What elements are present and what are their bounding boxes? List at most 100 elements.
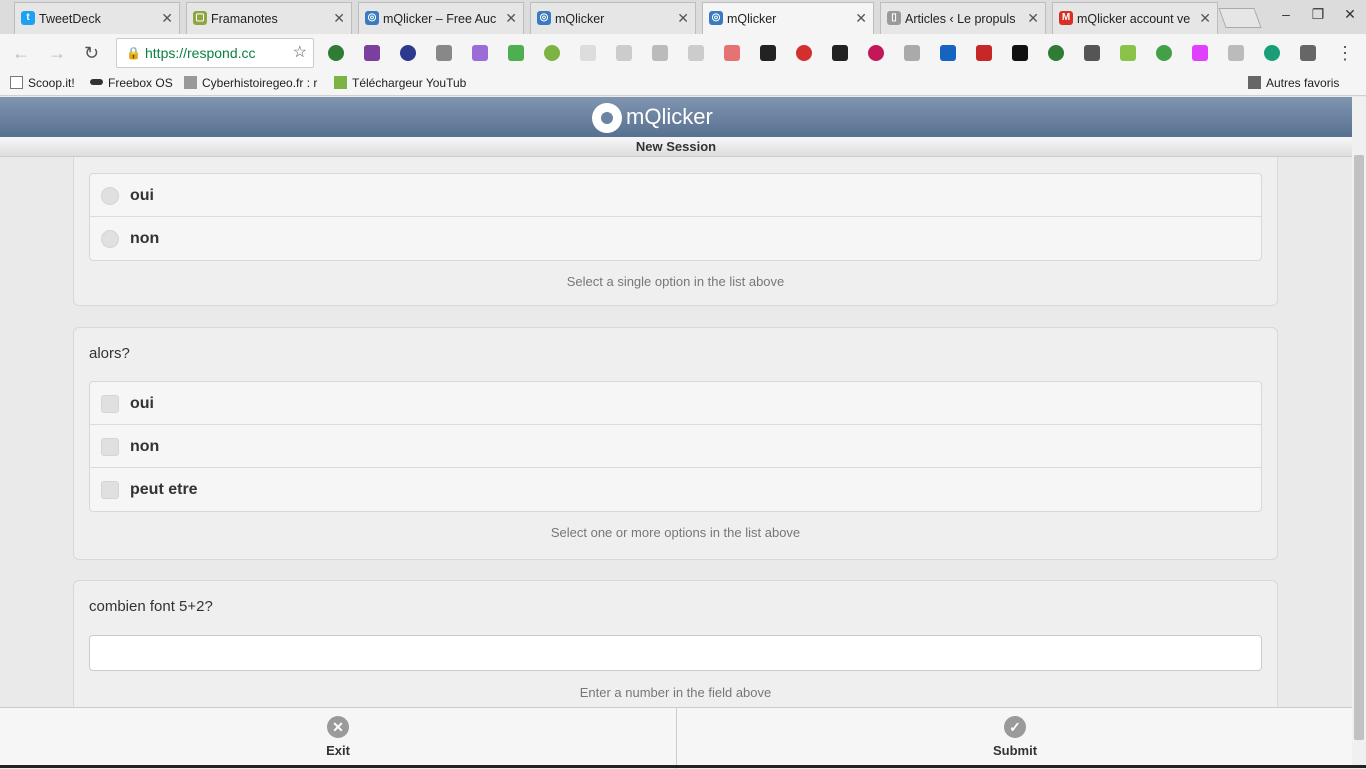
close-tab-icon[interactable]: ✕ (505, 10, 517, 27)
extension-icon[interactable] (940, 45, 956, 61)
extension-icon[interactable] (1192, 45, 1208, 61)
lock-icon: 🔒 (126, 46, 141, 60)
qr-code-icon[interactable] (760, 45, 776, 61)
radio-button[interactable] (101, 187, 119, 205)
submit-label: Submit (992, 743, 1038, 758)
onenote-icon[interactable] (364, 45, 380, 61)
tab-mqlicker-active[interactable]: ◎ mQlicker ✕ (702, 2, 874, 34)
tab-mqlicker-free[interactable]: ◎ mQlicker – Free Auc ✕ (358, 2, 524, 34)
radio-button[interactable] (101, 230, 119, 248)
question-list[interactable]: oui non Select a single option in the li… (0, 157, 1352, 707)
address-bar[interactable]: 🔒 https://respond.cc ☆ (116, 38, 314, 68)
checkbox[interactable] (101, 395, 119, 413)
bookmark-label: Téléchargeur YouTub (352, 76, 467, 90)
bookmark-freebox[interactable]: Freebox OS (90, 76, 173, 90)
options-list: oui non peut etre (89, 381, 1262, 512)
extension-icon[interactable] (724, 45, 740, 61)
folder-icon (1248, 76, 1261, 89)
camera-icon[interactable] (436, 45, 452, 61)
exit-label: Exit (326, 743, 350, 758)
extension-icon[interactable] (1228, 45, 1244, 61)
twitter-icon: t (21, 11, 35, 25)
number-input[interactable] (89, 635, 1262, 671)
extension-icon[interactable] (904, 45, 920, 61)
bookmark-star-icon[interactable]: ☆ (293, 39, 307, 67)
app-header: mQlicker (0, 97, 1352, 137)
checkmark-circle-icon: ✓ (1004, 716, 1026, 738)
bookmark-scoopit[interactable]: Scoop.it! (10, 76, 75, 90)
checkbox[interactable] (101, 438, 119, 456)
option-non[interactable]: non (90, 425, 1261, 468)
tab-title: mQlicker (727, 11, 777, 26)
grammarly-icon[interactable] (1264, 45, 1280, 61)
bookmark-cyberhistoire[interactable]: Cyberhistoiregeo.fr : r (184, 76, 324, 90)
close-window-icon[interactable]: ✕ (1338, 6, 1362, 23)
question-card-multiple: alors? oui non peut etre Select one or m… (73, 327, 1278, 560)
footer-bar: ✕ Exit ✓ Submit (0, 707, 1353, 769)
new-tab-button[interactable] (1218, 8, 1262, 28)
close-tab-icon[interactable]: ✕ (1199, 10, 1211, 27)
menu-icon[interactable]: ⋮ (1336, 43, 1354, 64)
youtube-icon[interactable] (976, 45, 992, 61)
tab-mqlicker[interactable]: ◎ mQlicker ✕ (530, 2, 696, 34)
extension-icon[interactable] (580, 45, 596, 61)
tab-title: mQlicker – Free Auc (383, 11, 497, 26)
submit-button[interactable]: ✓ Submit (677, 708, 1353, 766)
close-tab-icon[interactable]: ✕ (1027, 10, 1039, 27)
extension-icon[interactable] (868, 45, 884, 61)
opera-icon[interactable] (796, 45, 812, 61)
extension-icon[interactable] (1048, 45, 1064, 61)
back-icon[interactable]: ← (12, 43, 30, 64)
reload-icon[interactable]: ↻ (84, 43, 99, 64)
rss-icon[interactable] (688, 45, 704, 61)
other-bookmarks[interactable]: Autres favoris (1248, 76, 1339, 90)
hint-text: Select a single option in the list above (566, 274, 785, 289)
pencil-icon[interactable] (1300, 45, 1316, 61)
tab-gmail[interactable]: M mQlicker account ve ✕ (1052, 2, 1218, 34)
option-peut-etre[interactable]: peut etre (90, 468, 1261, 511)
tab-tweetdeck[interactable]: t TweetDeck ✕ (14, 2, 180, 34)
restore-icon[interactable]: ❐ (1306, 6, 1330, 23)
checkbox[interactable] (101, 481, 119, 499)
bookmark-youtube-downloader[interactable]: Téléchargeur YouTub (334, 76, 472, 90)
extension-icon[interactable] (544, 45, 560, 61)
extension-icon[interactable] (400, 45, 416, 61)
fox-icon (184, 76, 197, 89)
extension-icon[interactable] (328, 45, 344, 61)
url-text: https://respond.cc (145, 45, 256, 61)
extension-icon[interactable] (1120, 45, 1136, 61)
forward-icon[interactable]: → (48, 43, 66, 64)
options-list: oui non (89, 173, 1262, 261)
option-label: oui (130, 187, 154, 204)
close-tab-icon[interactable]: ✕ (855, 10, 867, 27)
option-oui[interactable]: oui (90, 174, 1261, 217)
page-icon (10, 76, 23, 89)
bookmark-label: Scoop.it! (28, 76, 75, 90)
scrollbar-thumb[interactable] (1354, 155, 1364, 740)
option-non[interactable]: non (90, 217, 1261, 260)
mqlicker-icon: ◎ (709, 11, 723, 25)
star-extension-icon[interactable] (1012, 45, 1028, 61)
cast-icon[interactable] (1084, 45, 1100, 61)
tab-title: Framanotes (211, 11, 278, 26)
extension-icon[interactable] (616, 45, 632, 61)
question-text: alors? (89, 345, 130, 362)
extension-icon[interactable] (508, 45, 524, 61)
tab-framanotes[interactable]: ▢ Framanotes ✕ (186, 2, 352, 34)
exit-button[interactable]: ✕ Exit (0, 708, 676, 766)
bookmark-label: Freebox OS (108, 76, 173, 90)
close-tab-icon[interactable]: ✕ (333, 10, 345, 27)
feather-icon[interactable] (472, 45, 488, 61)
framanotes-icon: ▢ (193, 11, 207, 25)
option-label: oui (130, 395, 154, 412)
option-oui[interactable]: oui (90, 382, 1261, 425)
tab-title: Articles ‹ Le propuls (905, 11, 1016, 26)
extension-icon[interactable] (652, 45, 668, 61)
minimize-icon[interactable]: – (1274, 6, 1298, 22)
hint-text: Enter a number in the field above (579, 685, 772, 700)
close-tab-icon[interactable]: ✕ (161, 10, 173, 27)
close-tab-icon[interactable]: ✕ (677, 10, 689, 27)
tab-articles[interactable]: ▯ Articles ‹ Le propuls ✕ (880, 2, 1046, 34)
extension-icon[interactable] (1156, 45, 1172, 61)
qr-code-icon[interactable] (832, 45, 848, 61)
